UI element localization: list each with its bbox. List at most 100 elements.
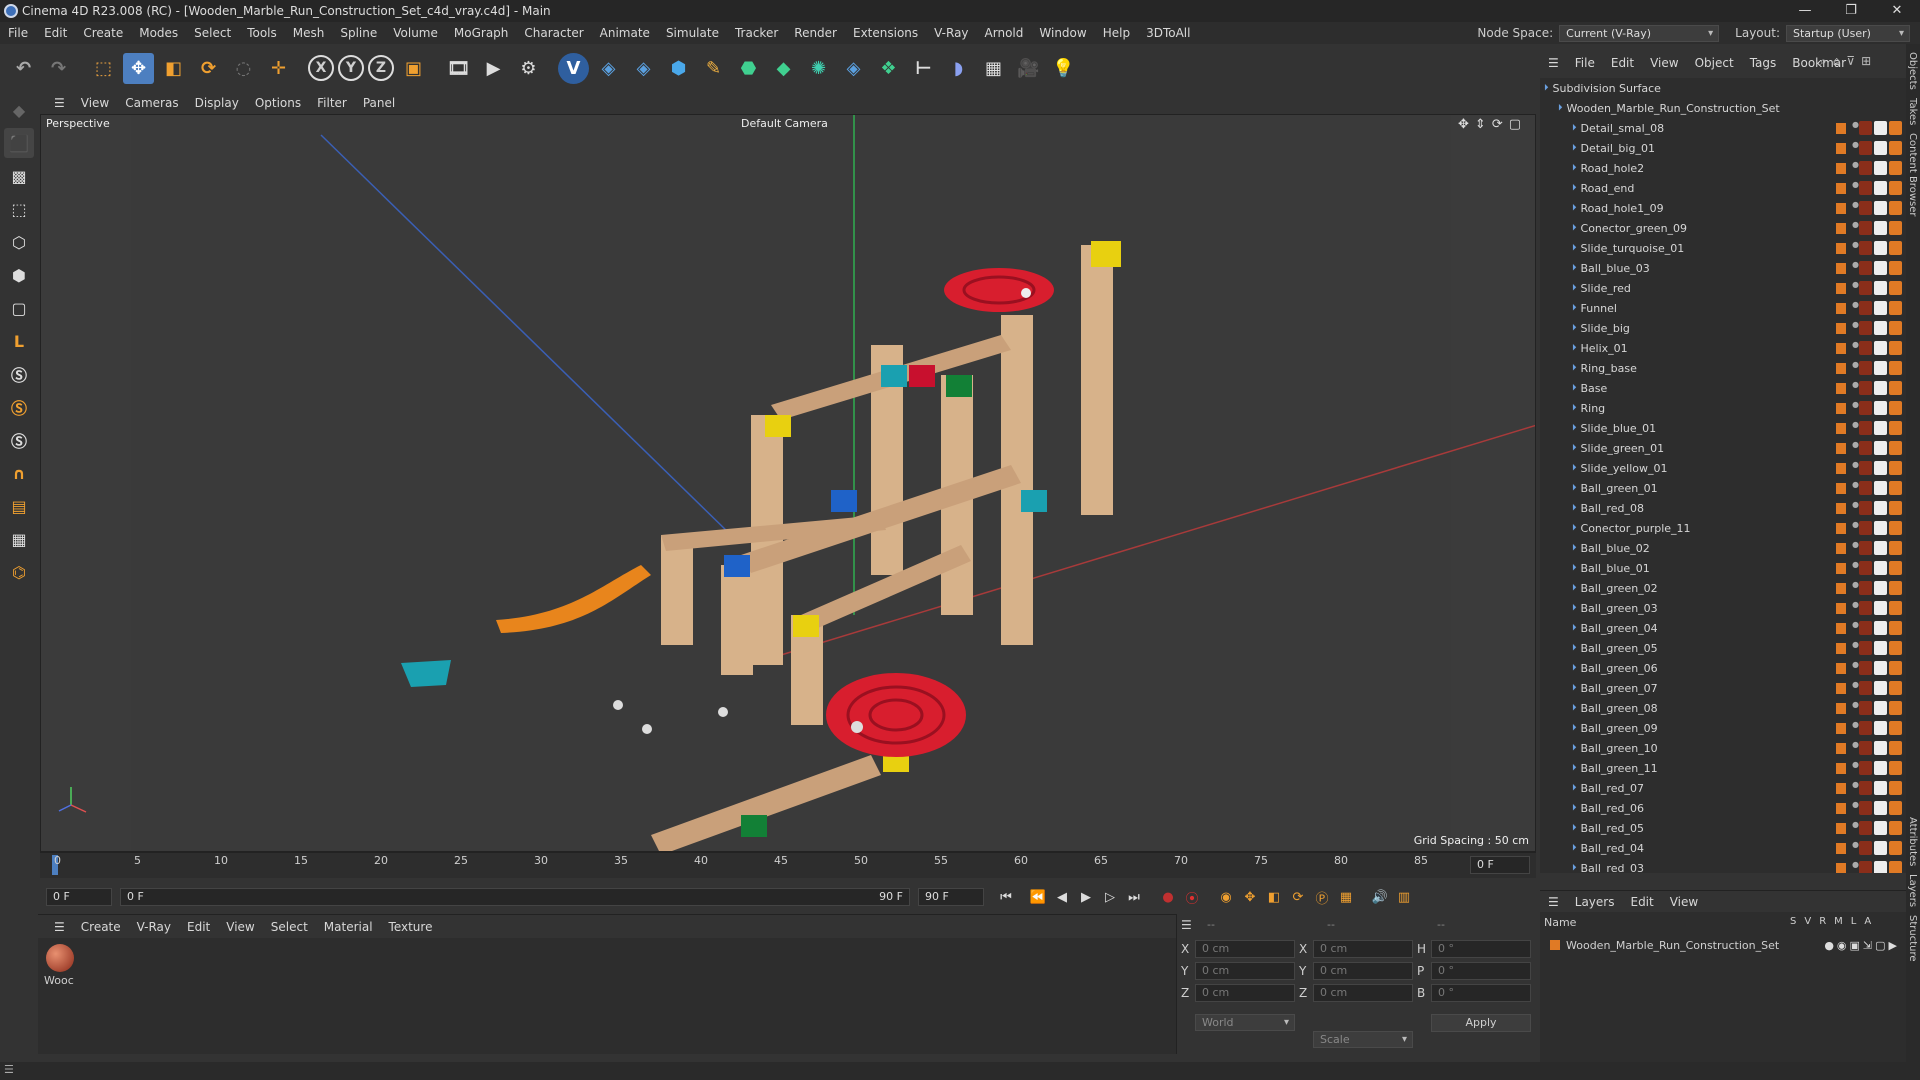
object-row[interactable]: ⏵Base ●● <box>1540 378 1906 398</box>
visibility-dots[interactable]: ●● <box>1852 121 1866 135</box>
object-row[interactable]: ⏵Slide_green_01 ●● <box>1540 438 1906 458</box>
coord-y-field[interactable]: 0 cm <box>1195 962 1295 980</box>
texture-tag-icon[interactable] <box>1874 501 1887 515</box>
material-tag-icon[interactable] <box>1859 301 1872 315</box>
coord-scale-dropdown[interactable]: Scale <box>1313 1031 1413 1048</box>
layer-row[interactable]: Wooden_Marble_Run_Construction_Set ●◉▣⇲▢… <box>1550 936 1900 954</box>
material-menu-edit[interactable]: Edit <box>179 920 218 934</box>
python-script-2-icon[interactable]: ◈ <box>628 53 659 84</box>
field-icon[interactable]: ⊢ <box>908 53 939 84</box>
side-tab-layers[interactable]: Layers <box>1907 874 1918 907</box>
texture-tag-icon[interactable] <box>1874 121 1887 135</box>
key-pla-icon[interactable]: ▦ <box>1334 885 1358 909</box>
axis-mode-icon[interactable]: L <box>4 326 34 356</box>
world-axis-icon[interactable]: ✛ <box>263 53 294 84</box>
render-settings-icon[interactable]: ⚙ <box>513 53 544 84</box>
material-tag-icon[interactable] <box>1859 341 1872 355</box>
object-row[interactable]: ⏵Ball_green_03 ●● <box>1540 598 1906 618</box>
previous-frame-icon[interactable]: ◀ <box>1050 885 1074 909</box>
coord-size-y-field[interactable]: 0 cm <box>1313 962 1413 980</box>
vray-tag-icon[interactable] <box>1889 681 1902 695</box>
visibility-dots[interactable]: ●● <box>1852 221 1866 235</box>
texture-tag-icon[interactable] <box>1874 201 1887 215</box>
layer-color-tag[interactable] <box>1836 143 1846 154</box>
layer-color-tag[interactable] <box>1836 563 1846 574</box>
layer-color-tag[interactable] <box>1836 243 1846 254</box>
visibility-dots[interactable]: ●● <box>1852 461 1866 475</box>
visibility-dots[interactable]: ●● <box>1852 621 1866 635</box>
material-tag-icon[interactable] <box>1859 541 1872 555</box>
texture-tag-icon[interactable] <box>1874 421 1887 435</box>
layer-color-tag[interactable] <box>1836 823 1846 834</box>
vray-tag-icon[interactable] <box>1889 301 1902 315</box>
visibility-dots[interactable]: ●● <box>1852 141 1866 155</box>
vray-tag-icon[interactable] <box>1889 801 1902 815</box>
coord-h-field[interactable]: 0 ° <box>1431 940 1531 958</box>
coord-size-x-field[interactable]: 0 cm <box>1313 940 1413 958</box>
visibility-dots[interactable]: ●● <box>1852 761 1866 775</box>
camera-label[interactable]: Default Camera <box>741 117 828 130</box>
material-tag-icon[interactable] <box>1859 221 1872 235</box>
material-tag-icon[interactable] <box>1859 241 1872 255</box>
key-scale-icon[interactable]: ◧ <box>1262 885 1286 909</box>
texture-tag-icon[interactable] <box>1874 401 1887 415</box>
uv-mode-icon[interactable]: ▢ <box>4 293 34 323</box>
move-tool-icon[interactable]: ✥ <box>123 52 154 84</box>
layer-color-tag[interactable] <box>1836 843 1846 854</box>
material-tag-icon[interactable] <box>1859 761 1872 775</box>
layer-color-tag[interactable] <box>1836 163 1846 174</box>
visibility-dots[interactable]: ●● <box>1852 201 1866 215</box>
visibility-dots[interactable]: ●● <box>1852 601 1866 615</box>
object-row[interactable]: ⏵Detail_smal_08 ●● <box>1540 118 1906 138</box>
key-rotation-icon[interactable]: ⟳ <box>1286 885 1310 909</box>
visibility-dots[interactable]: ●● <box>1852 721 1866 735</box>
model-mode-icon[interactable]: ⬛ <box>4 128 34 158</box>
visibility-dots[interactable]: ●● <box>1852 521 1866 535</box>
object-row[interactable]: ⏵Ball_blue_02 ●● <box>1540 538 1906 558</box>
vray-tag-icon[interactable] <box>1889 221 1902 235</box>
deformer-icon[interactable]: ◈ <box>838 53 869 84</box>
cloner-icon[interactable]: ✺ <box>803 53 834 84</box>
visibility-dots[interactable]: ●● <box>1852 841 1866 855</box>
vray-tag-icon[interactable] <box>1889 141 1902 155</box>
layer-color-tag[interactable] <box>1836 443 1846 454</box>
object-row[interactable]: ⏵Ring ●● <box>1540 398 1906 418</box>
side-tab-content-browser[interactable]: Content Browser <box>1907 133 1918 216</box>
layer-toggle-icons[interactable]: ●◉▣⇲▢▶ <box>1824 939 1900 952</box>
material-tag-icon[interactable] <box>1859 721 1872 735</box>
object-row[interactable]: ⏵Slide_big ●● <box>1540 318 1906 338</box>
visibility-dots[interactable]: ●● <box>1852 301 1866 315</box>
vray-tag-icon[interactable] <box>1889 761 1902 775</box>
layer-color-tag[interactable] <box>1836 343 1846 354</box>
layers-hamburger-icon[interactable]: ☰ <box>1546 895 1567 909</box>
quantize-icon[interactable]: Ⓢ <box>4 425 34 455</box>
object-row[interactable]: ⏵Ball_green_11 ●● <box>1540 758 1906 778</box>
material-name[interactable]: Wooc <box>44 974 74 987</box>
texture-tag-icon[interactable] <box>1874 601 1887 615</box>
layer-color-tag[interactable] <box>1836 523 1846 534</box>
material-tag-icon[interactable] <box>1859 521 1872 535</box>
object-row[interactable]: ⏵Ball_red_06 ●● <box>1540 798 1906 818</box>
z-axis-lock-icon[interactable]: Z <box>368 55 394 81</box>
material-tag-icon[interactable] <box>1859 441 1872 455</box>
layer-color-tag[interactable] <box>1836 543 1846 554</box>
menu-render[interactable]: Render <box>786 26 845 40</box>
vray-tag-icon[interactable] <box>1889 381 1902 395</box>
coord-b-field[interactable]: 0 ° <box>1431 984 1531 1002</box>
material-tag-icon[interactable] <box>1859 701 1872 715</box>
visibility-dots[interactable]: ●● <box>1852 701 1866 715</box>
make-editable-icon[interactable]: ◆ <box>4 95 34 125</box>
material-tag-icon[interactable] <box>1859 681 1872 695</box>
object-row[interactable]: ⏵Road_hole2 ●● <box>1540 158 1906 178</box>
camera-icon[interactable]: 🎥 <box>1013 53 1044 84</box>
layer-color-tag[interactable] <box>1836 603 1846 614</box>
texture-tag-icon[interactable] <box>1874 441 1887 455</box>
texture-tag-icon[interactable] <box>1874 701 1887 715</box>
vray-tag-icon[interactable] <box>1889 561 1902 575</box>
material-tag-icon[interactable] <box>1859 321 1872 335</box>
visibility-dots[interactable]: ●● <box>1852 681 1866 695</box>
material-tag-icon[interactable] <box>1859 281 1872 295</box>
layer-color-tag[interactable] <box>1836 803 1846 814</box>
object-row[interactable]: ⏵Funnel ●● <box>1540 298 1906 318</box>
vray-tag-icon[interactable] <box>1889 241 1902 255</box>
